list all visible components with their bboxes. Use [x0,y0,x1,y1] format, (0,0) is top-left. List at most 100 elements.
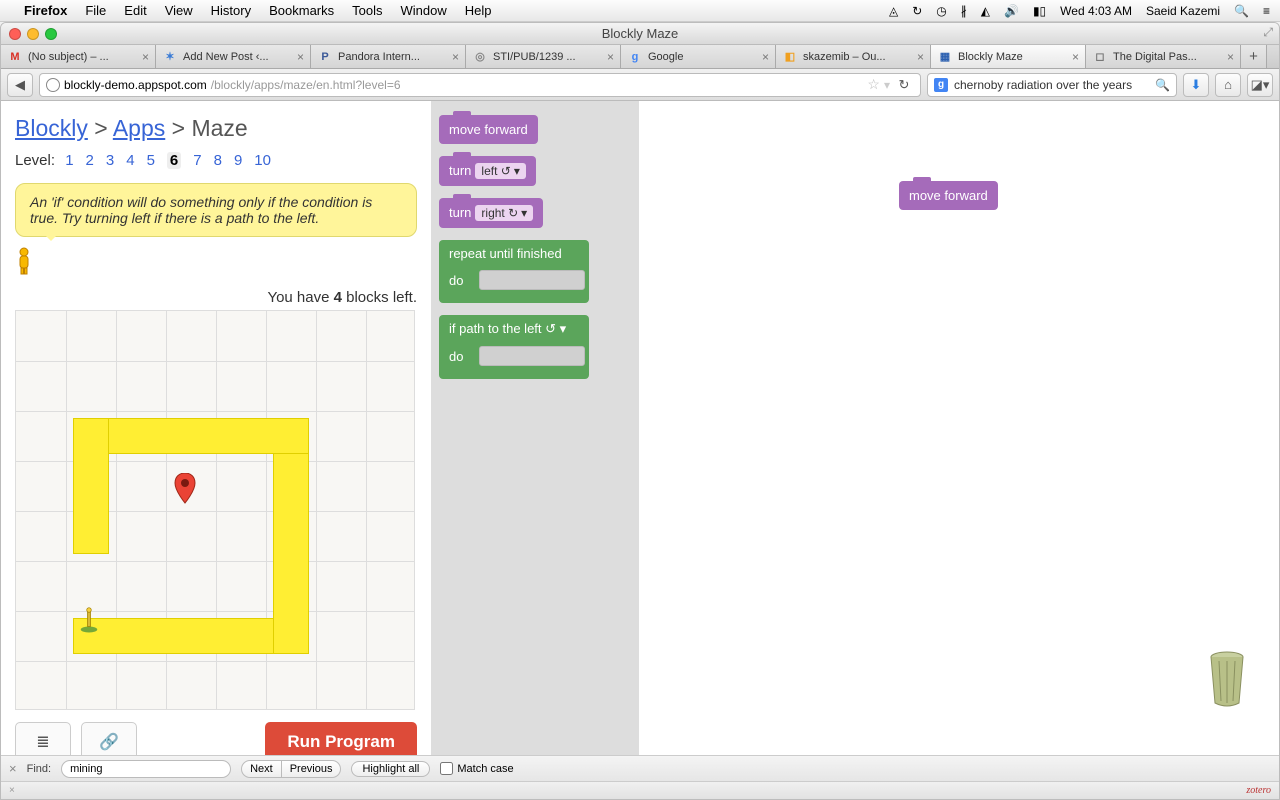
menubar-history[interactable]: History [211,3,251,18]
tab-3[interactable]: ◎STI/PUB/1239 ...× [466,45,621,68]
reload-icon[interactable]: ↻ [894,76,914,94]
turn-left-dropdown[interactable]: left ↺ ▾ [475,163,525,179]
toolbar-extra-button[interactable]: ◪▾ [1247,73,1273,97]
favicon-icon: ◧ [782,49,798,65]
highlight-all-button[interactable]: Highlight all [351,761,430,777]
goal-marker-icon [174,473,196,505]
menubar-edit[interactable]: Edit [124,3,146,18]
mac-menubar: Firefox File Edit View History Bookmarks… [0,0,1280,22]
search-query: chernoby radiation over the years [954,78,1132,92]
gdrive-icon[interactable]: ◬ [889,4,898,18]
menubar-window[interactable]: Window [401,3,447,18]
menubar-app[interactable]: Firefox [24,3,67,18]
spotlight-icon[interactable]: 🔍 [1234,4,1249,18]
repeat-slot[interactable] [479,270,585,290]
tab-close-icon[interactable]: × [1072,50,1079,64]
workspace-block-move-forward[interactable]: move forward [899,181,998,210]
breadcrumb-apps[interactable]: Apps [113,115,165,141]
wifi-icon[interactable]: ◭ [981,4,990,18]
tab-close-icon[interactable]: × [762,50,769,64]
level-4[interactable]: 4 [126,152,134,169]
menubar-file[interactable]: File [85,3,106,18]
trash-icon[interactable] [1203,651,1251,707]
level-label: Level: [15,152,55,169]
run-program-button[interactable]: Run Program [265,722,417,755]
tab-close-icon[interactable]: × [1227,50,1234,64]
tab-close-icon[interactable]: × [452,50,459,64]
menubar-view[interactable]: View [165,3,193,18]
findbar-close-icon[interactable]: × [9,761,17,776]
downloads-button[interactable]: ⬇ [1183,73,1209,97]
find-input[interactable] [61,760,231,778]
tab-2[interactable]: PPandora Intern...× [311,45,466,68]
pegman-icon [15,247,33,275]
find-bar: × Find: NextPrevious Highlight all Match… [1,755,1279,781]
url-field[interactable]: blockly-demo.appspot.com/blockly/apps/ma… [39,73,921,97]
ifpath-slot[interactable] [479,346,585,366]
block-turn-right[interactable]: turnright ↻ ▾ [439,198,543,228]
tab-close-icon[interactable]: × [607,50,614,64]
tab-0[interactable]: M(No subject) – ...× [1,45,156,68]
window-titlebar: Blockly Maze ⤢ [1,23,1279,45]
block-turn-left[interactable]: turnleft ↺ ▾ [439,156,536,186]
level-3[interactable]: 3 [106,152,114,169]
link-button[interactable]: 🔗 [81,722,137,755]
maze-path-segment [73,418,109,554]
volume-icon[interactable]: 🔊 [1004,4,1019,18]
url-path: /blockly/apps/maze/en.html?level=6 [211,78,401,92]
block-move-forward[interactable]: move forward [439,115,538,144]
search-field[interactable]: g chernoby radiation over the years 🔍 [927,73,1177,97]
menubar-clock[interactable]: Wed 4:03 AM [1060,4,1132,18]
level-9[interactable]: 9 [234,152,242,169]
menubar-tools[interactable]: Tools [352,3,382,18]
battery-icon[interactable]: ▮▯ [1033,4,1046,18]
block-repeat-until[interactable]: repeat until finished do [439,240,589,303]
notifications-icon[interactable]: ≡ [1263,4,1270,18]
turn-right-dropdown[interactable]: right ↻ ▾ [475,205,533,221]
favicon-icon: ◎ [472,49,488,65]
sync-icon[interactable]: ↻ [912,4,922,18]
level-1[interactable]: 1 [65,152,73,169]
zotero-label[interactable]: zotero [1246,785,1271,796]
bookmark-star-icon[interactable]: ☆ [867,76,880,93]
blocks-counter: You have 4 blocks left. [15,289,417,306]
breadcrumb-blockly[interactable]: Blockly [15,115,88,141]
back-button[interactable]: ◀ [7,73,33,97]
bluetooth-icon[interactable]: ∦ [961,4,967,18]
hint-bubble: An 'if' condition will do something only… [15,183,417,237]
new-tab-button[interactable]: + [1241,45,1267,68]
find-prev-button[interactable]: Previous [282,760,342,778]
clock-icon[interactable]: ◷ [936,4,946,18]
find-next-button[interactable]: Next [241,760,282,778]
home-button[interactable]: ⌂ [1215,73,1241,97]
ifpath-dropdown[interactable]: to the left ↺ ▾ [488,321,566,336]
block-if-path[interactable]: if path to the left ↺ ▾ do [439,315,589,379]
expand-icon[interactable]: ⤢ [1263,25,1273,40]
tab-1[interactable]: ✶Add New Post ‹...× [156,45,311,68]
search-icon[interactable]: 🔍 [1155,78,1170,92]
match-case-checkbox[interactable]: Match case [440,762,513,775]
tab-close-icon[interactable]: × [297,50,304,64]
level-7[interactable]: 7 [193,152,201,169]
code-view-button[interactable]: ≣ [15,722,71,755]
menubar-bookmarks[interactable]: Bookmarks [269,3,334,18]
level-10[interactable]: 10 [254,152,271,169]
level-5[interactable]: 5 [147,152,155,169]
statusbar-close-icon[interactable]: × [9,785,15,796]
tab-4[interactable]: gGoogle× [621,45,776,68]
tab-close-icon[interactable]: × [917,50,924,64]
level-2[interactable]: 2 [86,152,94,169]
tab-5[interactable]: ◧skazemib – Ou...× [776,45,931,68]
menubar-user[interactable]: Saeid Kazemi [1146,4,1220,18]
level-6[interactable]: 6 [167,152,181,169]
browser-window: Blockly Maze ⤢ M(No subject) – ...×✶Add … [0,22,1280,800]
tab-7[interactable]: ◻The Digital Pas...× [1086,45,1241,68]
menubar-help[interactable]: Help [465,3,492,18]
breadcrumb: Blockly > Apps > Maze [15,115,417,142]
block-workspace[interactable]: move forward [639,101,1279,755]
level-8[interactable]: 8 [214,152,222,169]
tab-6[interactable]: ▦Blockly Maze× [931,45,1086,68]
tab-close-icon[interactable]: × [142,50,149,64]
find-label: Find: [27,763,51,775]
tab-label: Google [648,51,757,63]
